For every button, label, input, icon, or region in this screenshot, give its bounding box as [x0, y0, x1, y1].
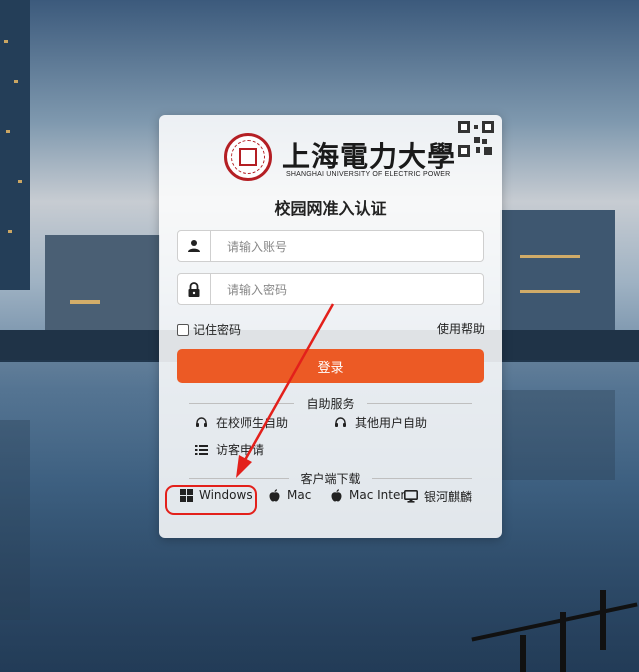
- annotation-arrow: [236, 303, 335, 478]
- windows-highlight-annotation: [165, 485, 257, 515]
